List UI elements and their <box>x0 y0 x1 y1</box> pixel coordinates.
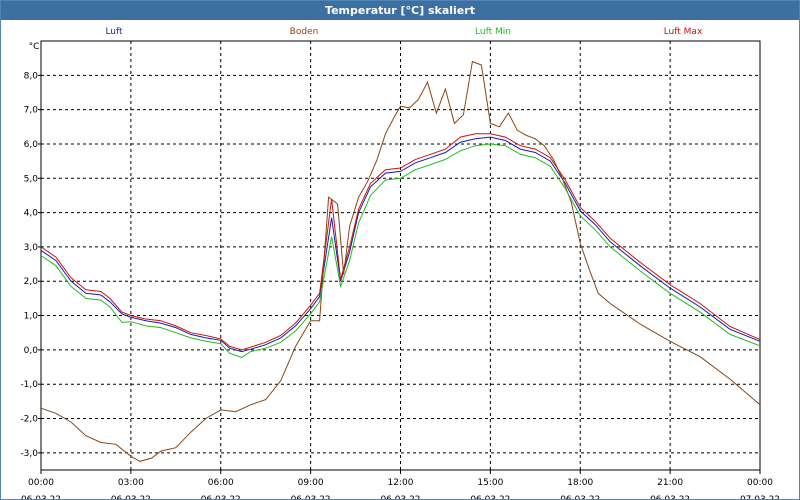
x-tick-time: 21:00 <box>657 478 683 488</box>
x-tick-date: 06.03.22 <box>470 495 510 499</box>
legend-item-luft-max: Luft Max <box>664 27 703 37</box>
x-tick-date: 06.03.22 <box>201 495 241 499</box>
y-axis: 8,0 7,0 6,0 5,0 4,0 3,0 2,0 1,0 0,0 -1,0 -2,0 -3,0 <box>20 71 41 459</box>
x-tick-time: 15:00 <box>477 478 503 488</box>
y-tick-label: 2,0 <box>24 277 39 287</box>
x-tick-date: 06.03.22 <box>21 495 61 499</box>
chart-window: Temperatur [°C] skaliert Luft Boden Luft M… <box>0 0 800 500</box>
y-tick-label: 3,0 <box>24 243 39 253</box>
legend: Luft Boden Luft Min Luft Max <box>105 27 703 37</box>
x-tick-date: 06.03.22 <box>291 495 331 499</box>
y-axis-label: °C <box>29 42 40 52</box>
x-tick-time: 00:00 <box>747 478 773 488</box>
x-tick-date: 06.03.22 <box>560 495 600 499</box>
y-tick-label: 6,0 <box>24 140 39 150</box>
y-tick-label: 7,0 <box>24 106 39 116</box>
x-tick-time: 09:00 <box>298 478 324 488</box>
x-tick-time: 18:00 <box>567 478 593 488</box>
y-tick-label: 8,0 <box>24 71 39 81</box>
y-tick-label: 4,0 <box>24 209 39 219</box>
x-tick-time: 00:00 <box>28 478 54 488</box>
y-tick-label: -2,0 <box>20 415 38 425</box>
grid <box>41 41 760 470</box>
y-tick-label: -3,0 <box>20 449 38 459</box>
x-tick-date: 07.03.22 <box>740 495 780 499</box>
y-tick-label: -1,0 <box>20 380 38 390</box>
x-tick-date: 06.03.22 <box>650 495 690 499</box>
x-tick-time: 03:00 <box>118 478 144 488</box>
temperature-chart: Luft Boden Luft Min Luft Max °C 8,0 7,0 6,0 5,… <box>20 27 780 499</box>
legend-item-boden: Boden <box>290 27 319 37</box>
x-axis: 00:00 06.03.22 03:00 06.03.22 06:00 06.03.22 0… <box>21 470 780 499</box>
x-tick-time: 06:00 <box>208 478 234 488</box>
plot-area <box>40 40 761 471</box>
legend-item-luft-min: Luft Min <box>475 27 511 37</box>
legend-item-luft: Luft <box>105 27 123 37</box>
x-tick-time: 12:00 <box>388 478 414 488</box>
y-tick-label: 5,0 <box>24 174 39 184</box>
x-tick-date: 06.03.22 <box>111 495 151 499</box>
y-tick-label: 1,0 <box>24 312 39 322</box>
window-title: Temperatur [°C] skaliert <box>1 1 799 20</box>
x-tick-date: 06.03.22 <box>380 495 420 499</box>
y-tick-label: 0,0 <box>24 346 39 356</box>
